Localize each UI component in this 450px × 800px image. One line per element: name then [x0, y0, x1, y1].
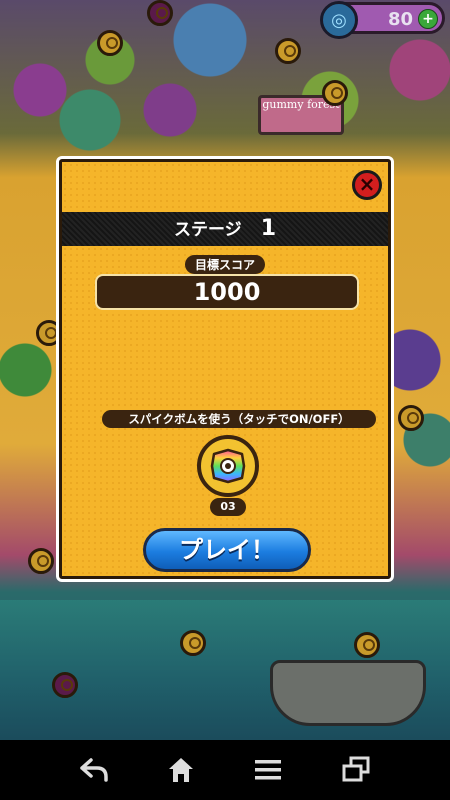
level-node[interactable]	[275, 38, 301, 64]
target-score-label: 目標スコア	[184, 255, 266, 274]
level-node[interactable]	[398, 405, 424, 431]
home-icon	[169, 758, 193, 782]
stage-number: 1	[260, 216, 277, 241]
level-node[interactable]	[322, 80, 348, 106]
level-node[interactable]	[180, 630, 206, 656]
add-currency-button[interactable]: +	[418, 9, 438, 29]
spike-bomb-count: 03	[210, 498, 246, 516]
recent-apps-icon	[342, 756, 370, 782]
level-node[interactable]	[147, 0, 173, 26]
home-button[interactable]	[161, 752, 201, 788]
close-button[interactable]: ×	[352, 170, 382, 200]
menu-icon	[255, 760, 281, 780]
spike-bomb-toggle[interactable]	[197, 435, 259, 497]
back-button[interactable]	[74, 752, 114, 788]
recent-apps-button[interactable]	[336, 752, 376, 788]
menu-button[interactable]	[248, 752, 288, 788]
swirl-icon: ◎	[320, 1, 358, 39]
level-node[interactable]	[354, 632, 380, 658]
dialog-body: × ステージ 1 目標スコア 1000 スパイクボムを使う（タッチでON/OFF…	[62, 162, 388, 576]
stage-title-bar: ステージ 1	[62, 212, 388, 246]
currency-count: 80	[388, 9, 414, 30]
back-arrow-icon	[80, 758, 108, 782]
level-node[interactable]	[28, 548, 54, 574]
level-node[interactable]	[97, 30, 123, 56]
spike-bomb-label: スパイクボムを使う（タッチでON/OFF）	[102, 410, 376, 428]
spike-bomb-icon	[210, 448, 246, 484]
stage-label: ステージ	[173, 220, 242, 240]
play-button[interactable]: プレイ！	[143, 528, 311, 572]
boat-decoration	[270, 660, 426, 726]
stage-dialog: × ステージ 1 目標スコア 1000 スパイクボムを使う（タッチでON/OFF…	[56, 156, 394, 582]
currency-counter: ◎ 80 +	[320, 1, 445, 39]
target-score-value: 1000	[95, 274, 359, 310]
level-node[interactable]	[52, 672, 78, 698]
system-nav-bar	[0, 740, 450, 800]
